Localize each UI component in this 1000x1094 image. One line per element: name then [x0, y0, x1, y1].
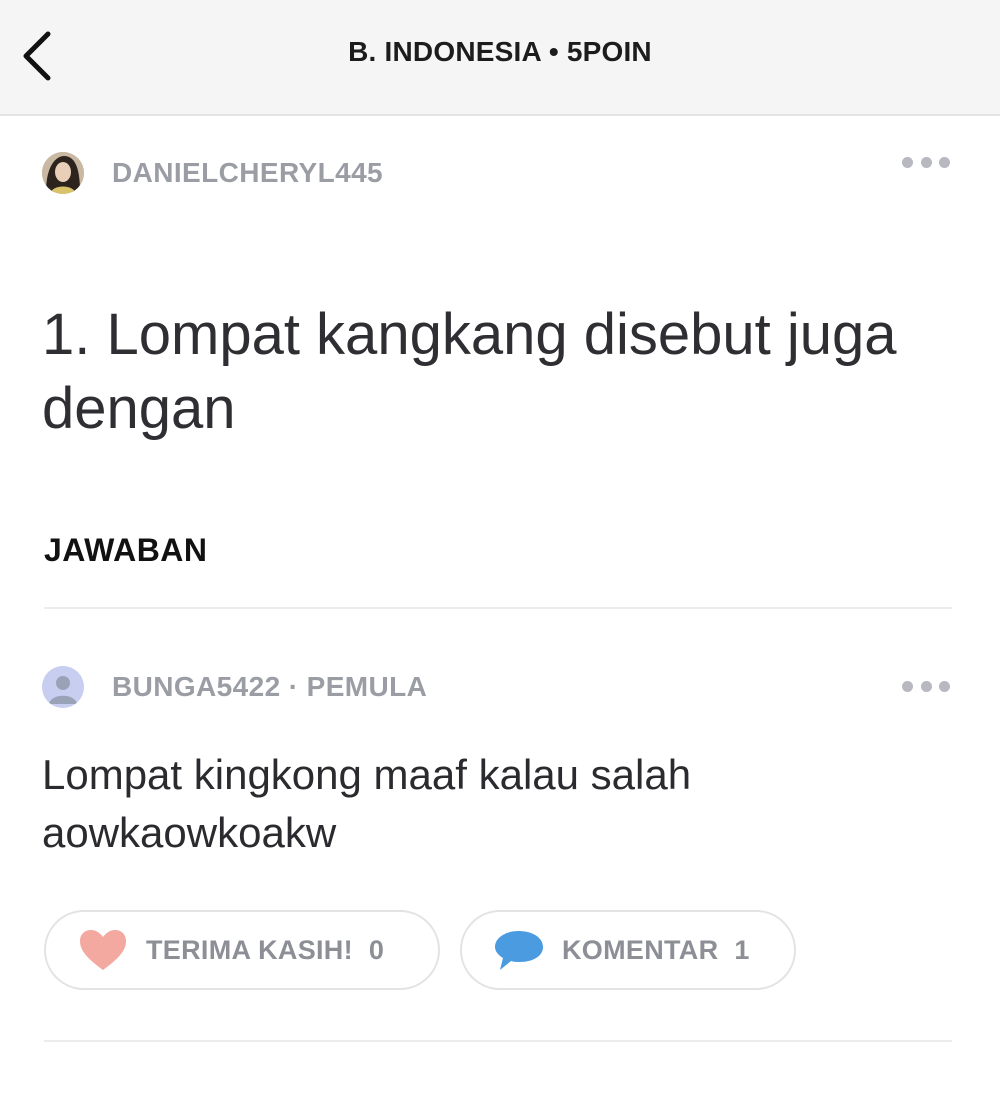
more-horizontal-icon	[902, 680, 913, 692]
comment-button[interactable]: KOMENTAR 1	[460, 910, 796, 990]
avatar[interactable]	[42, 152, 84, 194]
default-user-icon	[42, 666, 84, 708]
heart-icon	[80, 930, 126, 970]
more-horizontal-icon	[939, 156, 950, 168]
question-author-name[interactable]: DANIELCHERYL445	[112, 157, 383, 189]
question-more-button[interactable]	[902, 150, 950, 174]
answer-text: Lompat kingkong maaf kalau salah aowkaow…	[42, 751, 692, 856]
answer-author-row: BUNGA5422 · PEMULA	[42, 664, 427, 710]
more-horizontal-icon	[902, 156, 913, 168]
page-title: B. INDONESIA • 5POIN	[348, 36, 652, 67]
user-photo-icon	[42, 152, 84, 194]
answers-heading: JAWABAN	[44, 532, 208, 568]
answer-author-name[interactable]: BUNGA5422 · PEMULA	[112, 671, 427, 703]
question-text: 1. Lompat kangkang disebut juga dengan	[42, 302, 897, 441]
more-horizontal-icon	[939, 680, 950, 692]
thanks-count: 0	[368, 934, 384, 965]
comment-bubble-icon	[495, 931, 543, 970]
more-horizontal-icon	[920, 156, 932, 168]
more-horizontal-icon	[920, 680, 932, 692]
divider	[44, 607, 952, 609]
thanks-button[interactable]: TERIMA KASIH! 0	[44, 910, 440, 990]
comment-label: KOMENTAR	[562, 934, 719, 965]
divider	[44, 1040, 952, 1042]
answer-more-button[interactable]	[902, 674, 950, 698]
top-nav-bar: B. INDONESIA • 5POIN	[0, 0, 1000, 116]
thanks-label: TERIMA KASIH!	[146, 934, 353, 965]
comment-count: 1	[734, 934, 750, 965]
avatar[interactable]	[42, 666, 84, 708]
question-author-row: DANIELCHERYL445	[42, 150, 383, 196]
